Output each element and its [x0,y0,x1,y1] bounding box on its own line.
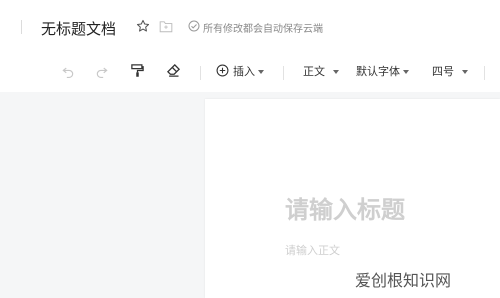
font-size-label: 四号 [432,65,454,78]
eraser-icon[interactable] [166,63,181,78]
chevron-down-icon [403,70,409,74]
paragraph-style-select[interactable]: 正文 [303,63,339,79]
font-family-select[interactable]: 默认字体 [356,63,409,79]
toolbar-separator [484,66,485,80]
format-painter-icon[interactable] [130,63,145,78]
paragraph-style-label: 正文 [303,65,325,78]
save-status-text: 所有修改都会自动保存云端 [203,24,323,35]
folder-icon[interactable] [159,20,173,33]
chevron-down-icon [462,70,468,74]
document-title[interactable]: 无标题文档 [41,18,116,39]
star-icon[interactable] [136,19,150,33]
header-divider [21,20,22,34]
chevron-down-icon [258,70,264,74]
undo-icon[interactable] [61,64,75,78]
title-placeholder[interactable]: 请输入标题 [285,190,405,225]
plus-circle-icon[interactable] [216,64,229,77]
toolbar-separator [283,66,284,80]
redo-icon[interactable] [95,64,109,78]
font-family-label: 默认字体 [356,65,400,78]
insert-menu-button[interactable]: 插入 [233,63,264,79]
chevron-down-icon [333,70,339,74]
toolbar-separator [200,66,201,80]
formatting-toolbar: 插入 正文 默认字体 四号 [0,52,500,92]
body-placeholder[interactable]: 请输入正文 [285,242,340,258]
font-size-select[interactable]: 四号 [432,63,468,79]
document-header: 无标题文档 所有修改都会自动保存云端 [0,0,500,53]
watermark-text: 爱创根知识网 [355,271,452,290]
insert-menu-label: 插入 [233,65,255,78]
watermark: 爱创根知识网 [355,265,475,293]
check-circle-icon [188,20,200,32]
